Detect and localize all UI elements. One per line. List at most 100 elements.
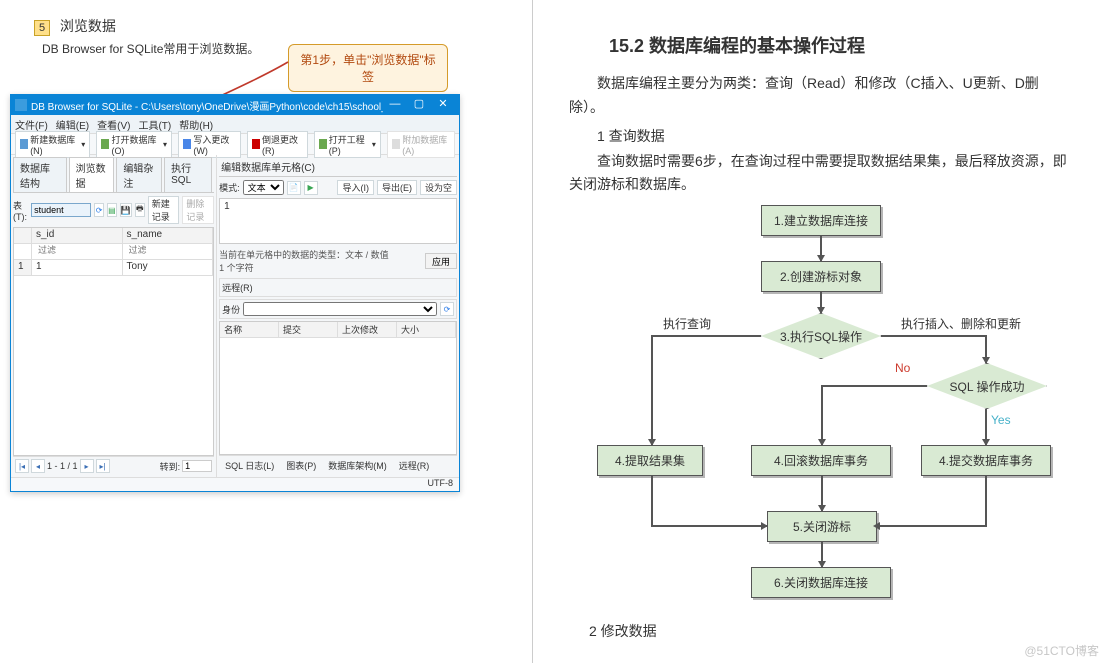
write-changes-button[interactable]: 写入更改(W) xyxy=(178,131,241,158)
mode-run-button[interactable]: ▶ xyxy=(304,181,318,195)
filter-button[interactable]: ▤ xyxy=(107,203,117,217)
project-icon xyxy=(319,139,327,149)
table-select-label: 表(T): xyxy=(13,199,28,222)
goto-input[interactable] xyxy=(182,460,212,472)
table-controls: 表(T): ⟳ ▤ 💾 🖶 新建记录 删除记录 xyxy=(13,196,214,224)
prev-page-button[interactable]: ◂ xyxy=(31,459,45,473)
right-pane: 编辑数据库单元格(C) 模式: 文本 📄 ▶ 导入(I) 导出(E) 设为空 1… xyxy=(217,155,459,477)
new-db-button[interactable]: 新建数据库(N)▾ xyxy=(15,131,90,158)
save-view-button[interactable]: 💾 xyxy=(120,203,132,217)
set-null-button[interactable]: 设为空 xyxy=(420,180,457,195)
remote-list: 名称 提交 上次修改 大小 xyxy=(219,321,457,455)
bottom-tabs: SQL 日志(L) 图表(P) 数据库架构(M) 远程(R) xyxy=(219,455,457,475)
table-select[interactable] xyxy=(31,203,91,217)
pager-status: 1 - 1 / 1 xyxy=(47,461,78,471)
mode-extra-button[interactable]: 📄 xyxy=(287,181,301,195)
cell-editor[interactable]: 1 xyxy=(219,198,457,244)
tab-schema[interactable]: 数据库架构(M) xyxy=(324,458,391,473)
row-index: 1 xyxy=(14,260,32,276)
main-toolbar: 新建数据库(N)▾ 打开数据库(O)▾ 写入更改(W) 倒退更改(R) 打开工程… xyxy=(11,133,459,155)
filter-sname[interactable] xyxy=(127,245,209,255)
flow-node-4a: 4.提取结果集 xyxy=(597,445,703,476)
open-project-button[interactable]: 打开工程(P)▾ xyxy=(314,131,381,158)
tab-sql-log[interactable]: SQL 日志(L) xyxy=(221,458,278,473)
folder-open-icon xyxy=(101,139,109,149)
maximize-button[interactable]: ▢ xyxy=(407,97,431,113)
db-browser-window: DB Browser for SQLite - C:\Users\tony\On… xyxy=(10,94,460,492)
attach-db-button[interactable]: 附加数据库(A) xyxy=(387,131,455,158)
edge-label-yes: Yes xyxy=(991,413,1011,427)
goto-label: 转到: xyxy=(160,460,181,473)
refresh-button[interactable]: ⟳ xyxy=(94,203,104,217)
identity-refresh-button[interactable]: ⟳ xyxy=(440,302,454,316)
edit-cell-panel-title: 编辑数据库单元格(C) xyxy=(219,157,457,177)
identity-row: 身份 ⟳ xyxy=(219,299,457,319)
mode-row: 模式: 文本 📄 ▶ 导入(I) 导出(E) 设为空 xyxy=(219,180,457,195)
cell-sid[interactable]: 1 xyxy=(32,260,123,276)
app-icon xyxy=(15,99,27,111)
database-icon xyxy=(20,139,28,149)
flow-node-5: 5.关闭游标 xyxy=(767,511,877,542)
titlebar-text: DB Browser for SQLite - C:\Users\tony\On… xyxy=(31,98,383,113)
new-record-button[interactable]: 新建记录 xyxy=(148,196,180,224)
intro-paragraph: 数据库编程主要分为两类：查询（Read）和修改（C插入、U更新、D删除）。 xyxy=(569,72,1073,120)
edge-label-query: 执行查询 xyxy=(663,315,711,332)
tab-browse[interactable]: 浏览数据 xyxy=(69,157,115,192)
step-heading: 5 浏览数据 xyxy=(34,16,518,36)
first-page-button[interactable]: |◂ xyxy=(15,459,29,473)
open-db-button[interactable]: 打开数据库(O)▾ xyxy=(96,131,172,158)
close-button[interactable]: ✕ xyxy=(431,97,455,113)
delete-record-button[interactable]: 删除记录 xyxy=(182,196,214,224)
import-button[interactable]: 导入(I) xyxy=(337,180,374,195)
cell-sname[interactable]: Tony xyxy=(123,260,214,276)
main-tabs: 数据库结构 浏览数据 编辑杂注 执行 SQL xyxy=(13,157,214,193)
list-header-size[interactable]: 大小 xyxy=(397,322,456,338)
right-page: 15.2 数据库编程的基本操作过程 数据库编程主要分为两类：查询（Read）和修… xyxy=(533,0,1109,663)
subsection-1: 1 查询数据 xyxy=(597,126,1073,146)
table-row[interactable]: 1 1 Tony xyxy=(14,260,213,276)
identity-select[interactable] xyxy=(243,302,437,316)
menu-file[interactable]: 文件(F) xyxy=(15,117,48,132)
header-sname[interactable]: s_name xyxy=(123,228,214,244)
tab-chart[interactable]: 图表(P) xyxy=(282,458,320,473)
list-header-name[interactable]: 名称 xyxy=(220,322,279,338)
revert-changes-button[interactable]: 倒退更改(R) xyxy=(247,131,308,158)
tab-sql[interactable]: 执行 SQL xyxy=(164,157,212,192)
filter-sid[interactable] xyxy=(36,245,118,255)
tab-pragma[interactable]: 编辑杂注 xyxy=(116,157,162,192)
header-sid[interactable]: s_id xyxy=(32,228,123,244)
flow-node-1: 1.建立数据库连接 xyxy=(761,205,881,236)
menu-edit[interactable]: 编辑(E) xyxy=(56,117,89,132)
next-page-button[interactable]: ▸ xyxy=(80,459,94,473)
menu-help[interactable]: 帮助(H) xyxy=(179,117,213,132)
flow-node-4b: 4.回滚数据库事务 xyxy=(751,445,891,476)
watermark: @51CTO博客 xyxy=(1024,642,1099,659)
minimize-button[interactable]: — xyxy=(383,97,407,113)
tab-remote[interactable]: 远程(R) xyxy=(395,458,434,473)
edge-label-modify: 执行插入、删除和更新 xyxy=(901,315,1021,332)
last-page-button[interactable]: ▸| xyxy=(96,459,110,473)
export-button[interactable]: 导出(E) xyxy=(377,180,417,195)
apply-button[interactable]: 应用 xyxy=(425,253,457,269)
pager: |◂ ◂ 1 - 1 / 1 ▸ ▸| 转到: xyxy=(13,456,214,475)
header-rownum[interactable] xyxy=(14,228,32,244)
left-page: 5 浏览数据 DB Browser for SQLite常用于浏览数据。 第1步… xyxy=(0,0,533,663)
flow-node-6: 6.关闭数据库连接 xyxy=(751,567,891,598)
mode-label: 模式: xyxy=(219,181,240,194)
flow-node-2: 2.创建游标对象 xyxy=(761,261,881,292)
list-header-modified[interactable]: 上次修改 xyxy=(338,322,397,338)
statusbar: UTF-8 xyxy=(11,477,459,491)
undo-icon xyxy=(252,139,260,149)
menu-tools[interactable]: 工具(T) xyxy=(138,117,171,132)
remote-label: 远程(R) xyxy=(222,281,253,294)
menu-view[interactable]: 查看(V) xyxy=(97,117,130,132)
print-button[interactable]: 🖶 xyxy=(135,203,145,217)
tab-structure[interactable]: 数据库结构 xyxy=(13,157,67,192)
flow-decision-3: 3.执行SQL操作 xyxy=(761,313,881,359)
mode-select[interactable]: 文本 xyxy=(243,180,284,195)
list-header-commit[interactable]: 提交 xyxy=(279,322,338,338)
step-number-badge: 5 xyxy=(34,20,50,36)
save-icon xyxy=(183,139,191,149)
titlebar: DB Browser for SQLite - C:\Users\tony\On… xyxy=(11,95,459,115)
encoding-status: UTF-8 xyxy=(428,478,454,488)
